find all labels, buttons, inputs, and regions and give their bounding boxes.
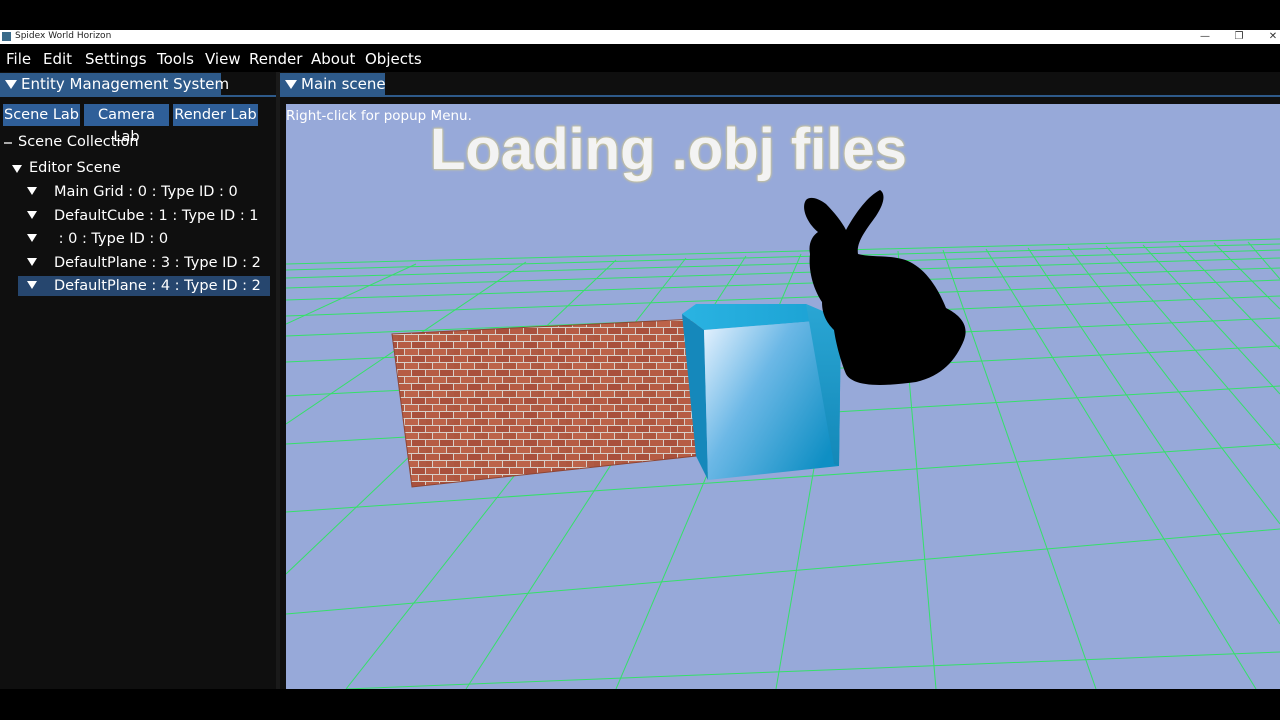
menu-view[interactable]: View <box>205 50 241 68</box>
menu-edit[interactable]: Edit <box>43 50 72 68</box>
panel-title: Entity Management System <box>21 75 230 93</box>
tree-item-entity[interactable]: DefaultPlane : 3 : Type ID : 2 <box>20 255 270 275</box>
tree-item-label: DefaultPlane : 4 : Type ID : 2 <box>54 278 261 294</box>
letterbox-top <box>0 0 1280 30</box>
tab-scene-lab[interactable]: Scene Lab <box>3 104 80 126</box>
tree-item-label: DefaultPlane : 3 : Type ID : 2 <box>54 255 261 271</box>
tree-item-entity[interactable]: DefaultCube : 1 : Type ID : 1 <box>20 208 270 228</box>
expand-triangle-icon[interactable] <box>27 281 37 289</box>
menu-render[interactable]: Render <box>249 50 302 68</box>
collapse-triangle-icon[interactable] <box>285 80 297 89</box>
tab-camera-lab[interactable]: Camera Lab <box>84 104 169 145</box>
entity-management-panel: Entity Management System Scene Lab Camer… <box>0 72 276 689</box>
tree-item-entity[interactable]: : 0 : Type ID : 0 <box>20 231 270 251</box>
scene-render <box>286 190 1280 689</box>
menu-settings[interactable]: Settings <box>85 50 147 68</box>
default-cube <box>682 304 841 480</box>
tree-root-label: Editor Scene <box>29 160 121 176</box>
tree-item-entity-selected[interactable]: DefaultPlane : 4 : Type ID : 2 <box>18 276 270 296</box>
expand-triangle-icon[interactable] <box>27 187 37 195</box>
scene-collection-label: Scene Collection <box>18 134 139 150</box>
window-titlebar: Spidex World Horizon — ❐ ✕ <box>0 30 1280 44</box>
tab-render-lab[interactable]: Render Lab <box>173 104 258 126</box>
panel-title: Main scene <box>301 75 386 93</box>
brick-wall-plane <box>391 318 697 488</box>
expand-triangle-icon[interactable] <box>27 258 37 266</box>
collapse-dash-icon <box>4 142 12 144</box>
tree-item-label: DefaultCube : 1 : Type ID : 1 <box>54 208 259 224</box>
window-title: Spidex World Horizon <box>15 31 112 41</box>
scene-viewport[interactable]: Right-click for popup Menu. Loading .obj… <box>286 104 1280 689</box>
minimize-button[interactable]: — <box>1190 30 1220 44</box>
tree-root-editor-scene[interactable]: Editor Scene <box>10 160 260 180</box>
expand-triangle-icon[interactable] <box>27 211 37 219</box>
tree-item-entity[interactable]: Main Grid : 0 : Type ID : 0 <box>20 184 270 204</box>
panel-divider <box>0 95 276 97</box>
tree-item-label: : 0 : Type ID : 0 <box>54 231 169 247</box>
panel-tab-main-scene[interactable]: Main scene <box>280 73 386 95</box>
menu-objects[interactable]: Objects <box>365 50 422 68</box>
menu-about[interactable]: About <box>311 50 355 68</box>
app-icon <box>2 32 11 41</box>
overlay-title: Loading .obj files <box>430 117 907 182</box>
menu-tools[interactable]: Tools <box>157 50 194 68</box>
menu-bar: File Edit Settings Tools View Render Abo… <box>0 48 1280 71</box>
panel-tab-entity-management[interactable]: Entity Management System <box>0 73 229 95</box>
menu-file[interactable]: File <box>6 50 31 68</box>
expand-triangle-icon[interactable] <box>12 165 22 173</box>
tree-item-label: Main Grid : 0 : Type ID : 0 <box>54 184 238 200</box>
maximize-button[interactable]: ❐ <box>1224 30 1254 44</box>
letterbox-bottom <box>0 689 1280 720</box>
collapse-triangle-icon[interactable] <box>5 80 17 89</box>
panel-divider <box>280 95 1280 97</box>
scene-collection-header[interactable]: Scene Collection <box>4 133 270 153</box>
expand-triangle-icon[interactable] <box>27 234 37 242</box>
close-button[interactable]: ✕ <box>1258 30 1280 44</box>
